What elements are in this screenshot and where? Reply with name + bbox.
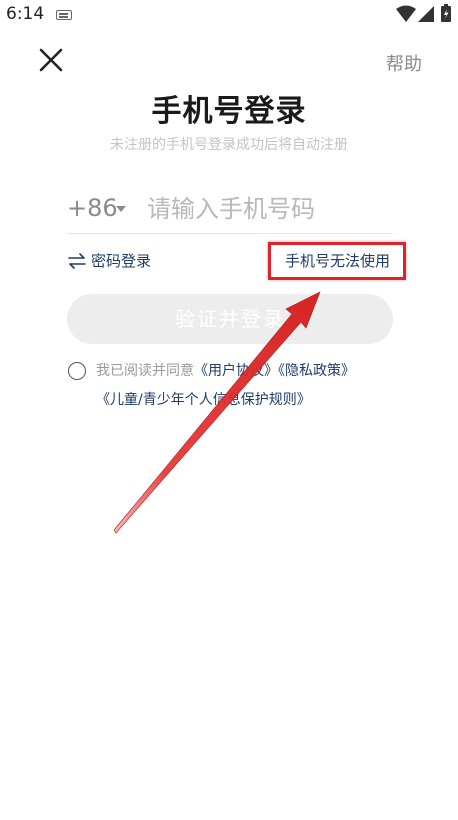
battery-icon [441,4,451,22]
status-bar: 6:14 [0,0,458,30]
page-subtitle: 未注册的手机号登录成功后将自动注册 [110,137,348,153]
user-agreement-link[interactable]: 《用户协议》 [194,363,278,379]
password-login-link[interactable]: 密码登录 [68,250,151,271]
agreement-line-1: 我已阅读并同意《用户协议》《隐私政策》 [96,360,355,380]
agreement-prefix: 我已阅读并同意 [96,363,194,379]
signal-icon [418,6,434,22]
page-title: 手机号登录 [151,94,307,129]
keyboard-icon [56,10,72,20]
chevron-down-icon[interactable] [116,206,126,212]
password-login-label: 密码登录 [91,252,152,270]
help-link[interactable]: 帮助 [386,50,422,76]
phone-unavailable-link[interactable]: 手机号无法使用 [285,250,390,271]
phone-number-input[interactable] [147,190,391,228]
status-time: 6:14 [6,4,45,24]
swap-arrows-icon [68,252,86,269]
close-icon[interactable] [38,47,64,73]
country-code-selector[interactable]: +86 [67,194,118,222]
agreement-line-2: 《儿童/青少年个人信息保护规则》 [96,389,311,409]
wifi-icon [396,5,416,22]
phone-input-row: +86 [67,186,393,234]
privacy-policy-link[interactable]: 《隐私政策》 [278,363,355,379]
verify-login-button[interactable]: 验证并登录 [67,294,393,344]
agreement-checkbox[interactable] [68,362,86,380]
children-policy-link[interactable]: 《儿童/青少年个人信息保护规则》 [96,392,311,408]
